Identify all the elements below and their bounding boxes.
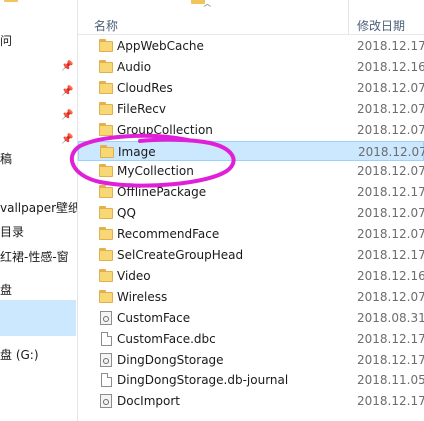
file-row[interactable]: MyCollection 2018.12.07 xyxy=(78,161,424,181)
file-list: ^ 名称 修改日期 AppWebCache 2018.12.17 Audio 2018… xyxy=(78,0,424,421)
file-name: RecommendFace xyxy=(117,227,220,242)
file-date: 2018.12.16 xyxy=(357,268,424,283)
folder-icon xyxy=(100,144,114,159)
folder-icon xyxy=(99,164,113,178)
folder-icon xyxy=(99,101,113,116)
column-header-name[interactable]: 名称 xyxy=(94,17,118,34)
folder-icon xyxy=(99,39,113,53)
nav-item[interactable]: 稿 xyxy=(0,149,12,169)
file-date: 2018.12.07 xyxy=(357,101,424,116)
pin-icon[interactable]: 📌 xyxy=(61,110,73,122)
sort-arrow-icon: ^ xyxy=(201,3,213,12)
file-name: OfflinePackage xyxy=(117,185,207,200)
file-row[interactable]: Wireless 2018.12.07 xyxy=(78,287,424,307)
file-date: 2018.12.17 xyxy=(357,185,424,200)
file-date: 2018.12.07 xyxy=(357,289,424,304)
file-row[interactable]: FileRecv 2018.12.07 xyxy=(78,99,424,119)
file-name: SelCreateGroupHead xyxy=(117,248,244,262)
file-date: 2018.12.07 xyxy=(357,164,424,179)
nav-item[interactable]: 盘 xyxy=(0,280,12,300)
file-icon xyxy=(101,373,112,388)
file-row[interactable]: DingDongStorage 2018.12.17 xyxy=(78,350,424,370)
file-name: DocImport xyxy=(117,394,181,409)
folder-icon xyxy=(99,227,113,241)
column-divider[interactable] xyxy=(348,0,349,34)
folder-icon xyxy=(99,59,113,74)
file-row[interactable]: QQ 2018.12.07 xyxy=(78,203,424,223)
file-name: CustomFace.dbc xyxy=(117,331,216,346)
pin-icon[interactable]: 📌 xyxy=(61,134,73,146)
file-name: Wireless xyxy=(117,289,168,304)
file-name: GroupCollection xyxy=(117,122,213,137)
settings-file-icon xyxy=(100,352,112,367)
file-row[interactable]: Audio 2018.12.16 xyxy=(78,57,424,77)
file-date: 2018.08.31 xyxy=(357,310,424,325)
file-name: FileRecv xyxy=(117,101,166,116)
file-date: 2018.12.07 xyxy=(357,206,424,221)
folder-icon xyxy=(99,80,113,95)
settings-file-icon xyxy=(100,310,112,325)
file-row[interactable]: Image 2018.12.07 xyxy=(78,140,424,161)
nav-item[interactable]: 红裙-性感-窗 xyxy=(0,247,69,267)
file-name: Video xyxy=(117,268,151,283)
folder-icon xyxy=(99,185,113,199)
file-name: DingDongStorage.db-journal xyxy=(117,373,289,388)
nav-item[interactable]: 问 xyxy=(0,31,12,51)
file-name: DingDongStorage xyxy=(117,352,224,367)
file-row[interactable]: OfflinePackage 2018.12.17 xyxy=(78,182,424,202)
file-row[interactable]: AppWebCache 2018.12.17 xyxy=(78,36,424,56)
file-row[interactable]: CloudRes 2018.12.07 xyxy=(78,78,424,98)
file-name: CustomFace xyxy=(117,310,191,325)
folder-icon xyxy=(99,268,113,283)
column-header: ^ 名称 修改日期 xyxy=(78,0,424,35)
file-name: QQ xyxy=(117,206,136,221)
file-icon xyxy=(101,331,112,346)
file-row[interactable]: GroupCollection 2018.12.07 xyxy=(78,120,424,140)
file-row[interactable]: SelCreateGroupHead 2018.12.17 xyxy=(78,245,424,265)
folder-icon xyxy=(99,122,113,137)
file-name: Image xyxy=(118,144,156,159)
folder-icon xyxy=(99,206,113,220)
file-date: 2018.11.05 xyxy=(357,373,424,388)
folder-icon xyxy=(99,289,113,304)
file-row[interactable]: DocImport 2018.12.17 xyxy=(78,391,424,411)
file-date: 2018.12.17 xyxy=(357,331,424,346)
file-name: Audio xyxy=(117,59,152,74)
navigation-pane: 问 📌 📌 📌 📌 稿 vallpaper壁纸 目录 红裙-性感-窗 盘 盘 (… xyxy=(0,0,78,421)
file-date: 2018.12.07 xyxy=(358,144,424,159)
file-row[interactable]: CustomFace 2018.08.31 xyxy=(78,308,424,328)
nav-item-drive-g[interactable]: 盘 (G:) xyxy=(0,345,39,365)
file-date: 2018.12.07 xyxy=(357,80,424,95)
file-date: 2018.12.07 xyxy=(357,227,424,242)
file-row[interactable]: Video 2018.12.16 xyxy=(78,266,424,286)
file-date: 2018.12.17 xyxy=(357,394,424,409)
file-date: 2018.12.17 xyxy=(357,248,424,262)
pin-icon[interactable]: 📌 xyxy=(61,61,73,73)
file-name: AppWebCache xyxy=(117,39,204,53)
nav-item[interactable]: vallpaper壁纸 xyxy=(0,198,77,218)
nav-item[interactable]: 目录 xyxy=(0,222,24,242)
file-row[interactable]: DingDongStorage.db-journal 2018.11.05 xyxy=(78,370,424,390)
pin-icon[interactable]: 📌 xyxy=(61,86,73,98)
column-header-date[interactable]: 修改日期 xyxy=(357,17,405,34)
settings-file-icon xyxy=(100,394,112,409)
file-date: 2018.12.16 xyxy=(357,59,424,74)
file-name: MyCollection xyxy=(117,164,194,179)
file-date: 2018.12.17 xyxy=(357,39,424,53)
file-row[interactable]: RecommendFace 2018.12.07 xyxy=(78,224,424,244)
folder-icon xyxy=(4,0,18,2)
file-row[interactable]: CustomFace.dbc 2018.12.17 xyxy=(78,329,424,349)
file-date: 2018.12.17 xyxy=(357,352,424,367)
file-date: 2018.12.07 xyxy=(357,122,424,137)
nav-item-selected[interactable] xyxy=(0,300,76,336)
folder-icon xyxy=(99,248,113,262)
file-name: CloudRes xyxy=(117,80,173,95)
